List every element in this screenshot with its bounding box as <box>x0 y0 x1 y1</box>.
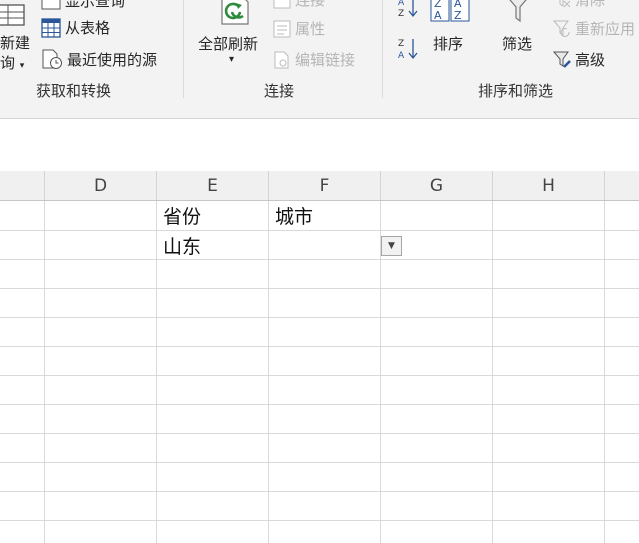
svg-text:Z: Z <box>398 39 404 49</box>
show-queries-label: 显示查询 <box>65 0 126 10</box>
sort-button[interactable]: 排序 <box>433 33 463 54</box>
reapply-button[interactable]: 重新应用 <box>552 18 636 39</box>
gridline-h <box>0 317 639 318</box>
refresh-all-chevron-down-icon: ▾ <box>229 54 235 65</box>
clear-button[interactable]: 清除 <box>553 0 605 10</box>
table-icon <box>41 17 61 38</box>
new-query-label-bottom-text: 询 <box>0 54 16 72</box>
properties-icon <box>273 20 291 38</box>
cell-dropdown-button[interactable]: ▼ <box>381 236 402 256</box>
properties-label: 属性 <box>295 20 326 38</box>
edit-links-icon <box>273 51 291 69</box>
svg-text:A: A <box>398 51 405 60</box>
recent-sources-icon <box>41 48 63 70</box>
from-table-button[interactable]: 从表格 <box>41 17 110 38</box>
gridline-h <box>0 462 639 463</box>
group-label-connections: 连接 <box>264 82 295 100</box>
clear-label: 清除 <box>575 0 606 9</box>
show-queries-icon <box>41 0 61 10</box>
ribbon-separator-1 <box>183 0 184 98</box>
advanced-label: 高级 <box>575 51 606 69</box>
column-header-g[interactable]: G <box>381 171 493 200</box>
column-header-h[interactable]: H <box>493 171 605 200</box>
cell-e-header[interactable]: 省份 <box>157 201 268 230</box>
clear-filter-icon <box>553 0 571 9</box>
svg-text:A: A <box>434 9 442 22</box>
refresh-all-icon <box>218 0 258 28</box>
sort-ascending-icon[interactable]: AZ <box>397 0 419 19</box>
ribbon: 新建 询 ▾ 显示查询 从表格 最近使用的源 获取和转换 全部刷新 ▾ 连接 属… <box>0 0 639 104</box>
cell-e-value[interactable]: 山东 <box>157 231 268 260</box>
chevron-down-icon: ▼ <box>388 240 395 251</box>
svg-text:A: A <box>398 0 405 8</box>
filter-icon <box>503 0 533 24</box>
refresh-all-button[interactable]: 全部刷新 <box>198 33 258 54</box>
gridline-h <box>0 259 639 260</box>
new-query-label-top: 新建 <box>0 34 31 52</box>
connections-button[interactable]: 连接 <box>273 0 325 10</box>
reapply-icon <box>552 20 571 38</box>
group-label-sort-filter: 排序和筛选 <box>478 82 554 100</box>
new-query-label-bottom: 询 ▾ <box>0 52 24 73</box>
chevron-down-icon: ▾ <box>19 61 25 71</box>
sort-descending-icon[interactable]: ZA <box>397 36 419 61</box>
column-header-f[interactable]: F <box>269 171 381 200</box>
reapply-label: 重新应用 <box>575 20 636 38</box>
new-query-icon <box>0 4 26 26</box>
gridline-h <box>0 491 639 492</box>
edit-links-label: 编辑链接 <box>295 51 356 69</box>
formula-bar-area <box>0 119 639 171</box>
connections-label: 连接 <box>295 0 326 9</box>
gridline-h <box>0 404 639 405</box>
sort-dialog-icon: ZAAZ <box>430 0 470 24</box>
column-header-e[interactable]: E <box>157 171 269 200</box>
filter-button[interactable]: 筛选 <box>502 33 532 54</box>
ribbon-separator-2 <box>382 0 383 98</box>
advanced-button[interactable]: 高级 <box>552 49 606 70</box>
svg-text:Z: Z <box>398 9 404 18</box>
from-table-label: 从表格 <box>65 19 111 37</box>
show-queries-button[interactable]: 显示查询 <box>41 0 125 11</box>
recent-sources-label: 最近使用的源 <box>67 50 158 69</box>
column-header-d[interactable]: D <box>44 171 157 200</box>
connections-icon <box>273 0 291 9</box>
gridline-h <box>0 346 639 347</box>
svg-text:Z: Z <box>454 9 462 22</box>
gridline-h <box>0 520 639 521</box>
recent-sources-button[interactable]: 最近使用的源 <box>41 48 157 70</box>
edit-links-button[interactable]: 编辑链接 <box>273 49 355 70</box>
gridline-h <box>0 230 639 231</box>
gridline-h <box>0 433 639 434</box>
properties-button[interactable]: 属性 <box>273 18 325 39</box>
advanced-filter-icon <box>552 51 571 69</box>
new-query-button[interactable] <box>0 4 26 26</box>
cell-f-header[interactable]: 城市 <box>269 201 380 230</box>
gridline-h <box>0 288 639 289</box>
group-label-get-transform: 获取和转换 <box>36 82 112 100</box>
gridline-h <box>0 375 639 376</box>
ribbon-bottom-strip <box>0 104 639 119</box>
